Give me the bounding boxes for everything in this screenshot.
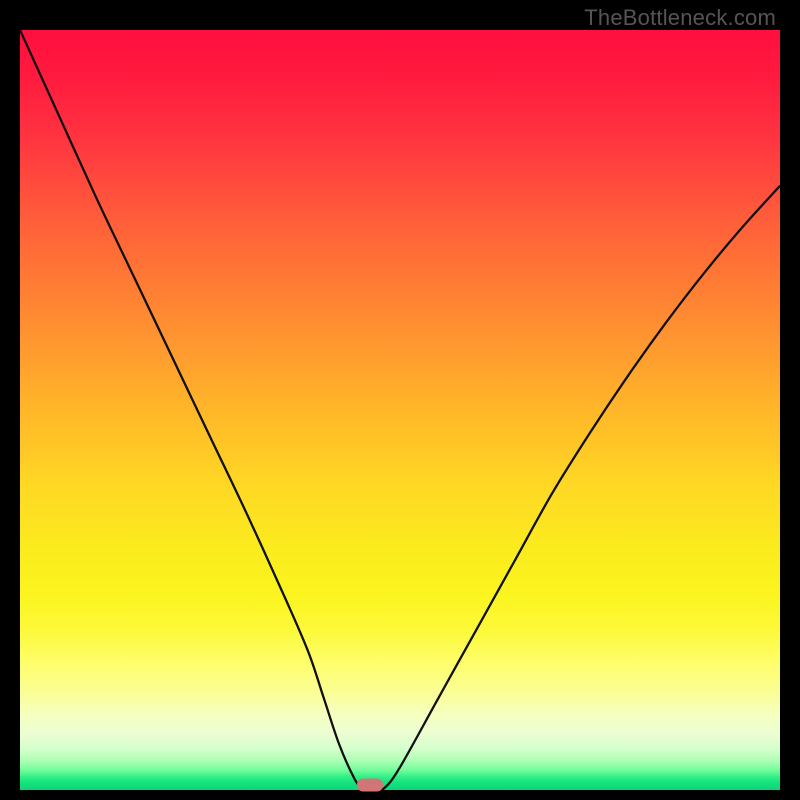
bottleneck-curve (20, 30, 780, 789)
chart-container: TheBottleneck.com (0, 0, 800, 800)
curve-svg (20, 30, 780, 790)
plot-area (20, 30, 780, 790)
watermark-text: TheBottleneck.com (584, 5, 776, 31)
optimum-marker (357, 779, 383, 792)
